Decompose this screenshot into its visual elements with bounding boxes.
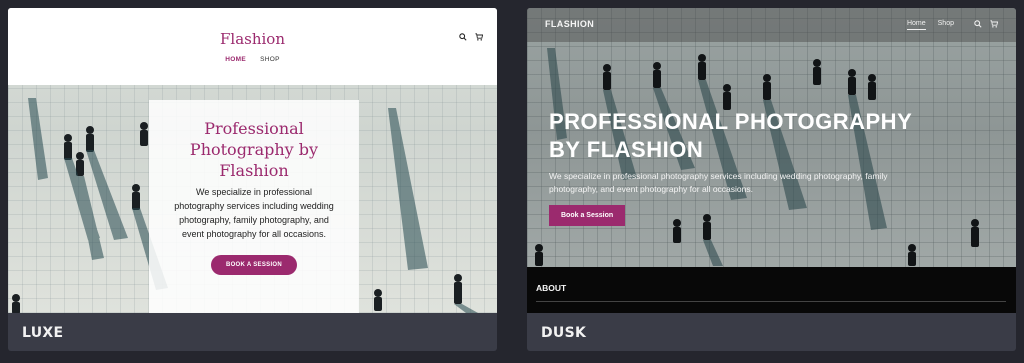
main-nav: HOME SHOP: [8, 56, 497, 63]
cart-icon[interactable]: [475, 33, 483, 41]
theme-card-luxe[interactable]: Flashion HOME SHOP Professional Photogra…: [8, 8, 497, 351]
hero-text: We specialize in professional photograph…: [549, 171, 888, 194]
nav-shop[interactable]: SHOP: [260, 56, 280, 63]
hero-content-box: Professional Photography by Flashion We …: [149, 100, 359, 313]
hero-title: PROFESSIONAL PHOTOGRAPHY BY FLASHION: [549, 109, 912, 162]
theme-preview-dusk[interactable]: FLASHION Home Shop PROFESSIONAL PHOTOGRA…: [527, 8, 1016, 313]
divider: [536, 301, 1006, 302]
search-icon[interactable]: [459, 33, 467, 41]
site-header: Flashion HOME SHOP: [8, 8, 497, 85]
book-session-button[interactable]: Book a Session: [549, 205, 626, 226]
nav-home[interactable]: HOME: [225, 56, 246, 63]
search-icon[interactable]: [974, 20, 982, 28]
theme-name-label: DUSK: [541, 325, 587, 341]
nav-shop[interactable]: Shop: [938, 20, 954, 30]
cart-icon[interactable]: [990, 20, 998, 28]
site-header: FLASHION Home Shop: [527, 8, 1016, 42]
main-nav: Home Shop: [906, 20, 954, 30]
book-session-button[interactable]: BOOK A SESSION: [210, 255, 298, 275]
theme-card-dusk[interactable]: FLASHION Home Shop PROFESSIONAL PHOTOGRA…: [527, 8, 1016, 351]
nav-home[interactable]: Home: [906, 20, 926, 30]
hero-text: We specialize in professional photograph…: [174, 187, 334, 239]
hero-title: Professional Photography by Flashion: [189, 119, 319, 180]
site-logo[interactable]: Flashion: [8, 30, 497, 48]
site-logo[interactable]: FLASHION: [545, 19, 594, 29]
theme-preview-luxe[interactable]: Flashion HOME SHOP Professional Photogra…: [8, 8, 497, 313]
theme-name-label: LUXE: [22, 325, 64, 341]
header-icons: [974, 20, 998, 28]
header-icons: [459, 33, 483, 41]
about-heading: ABOUT: [536, 283, 567, 293]
about-section: ABOUT: [527, 267, 1016, 313]
